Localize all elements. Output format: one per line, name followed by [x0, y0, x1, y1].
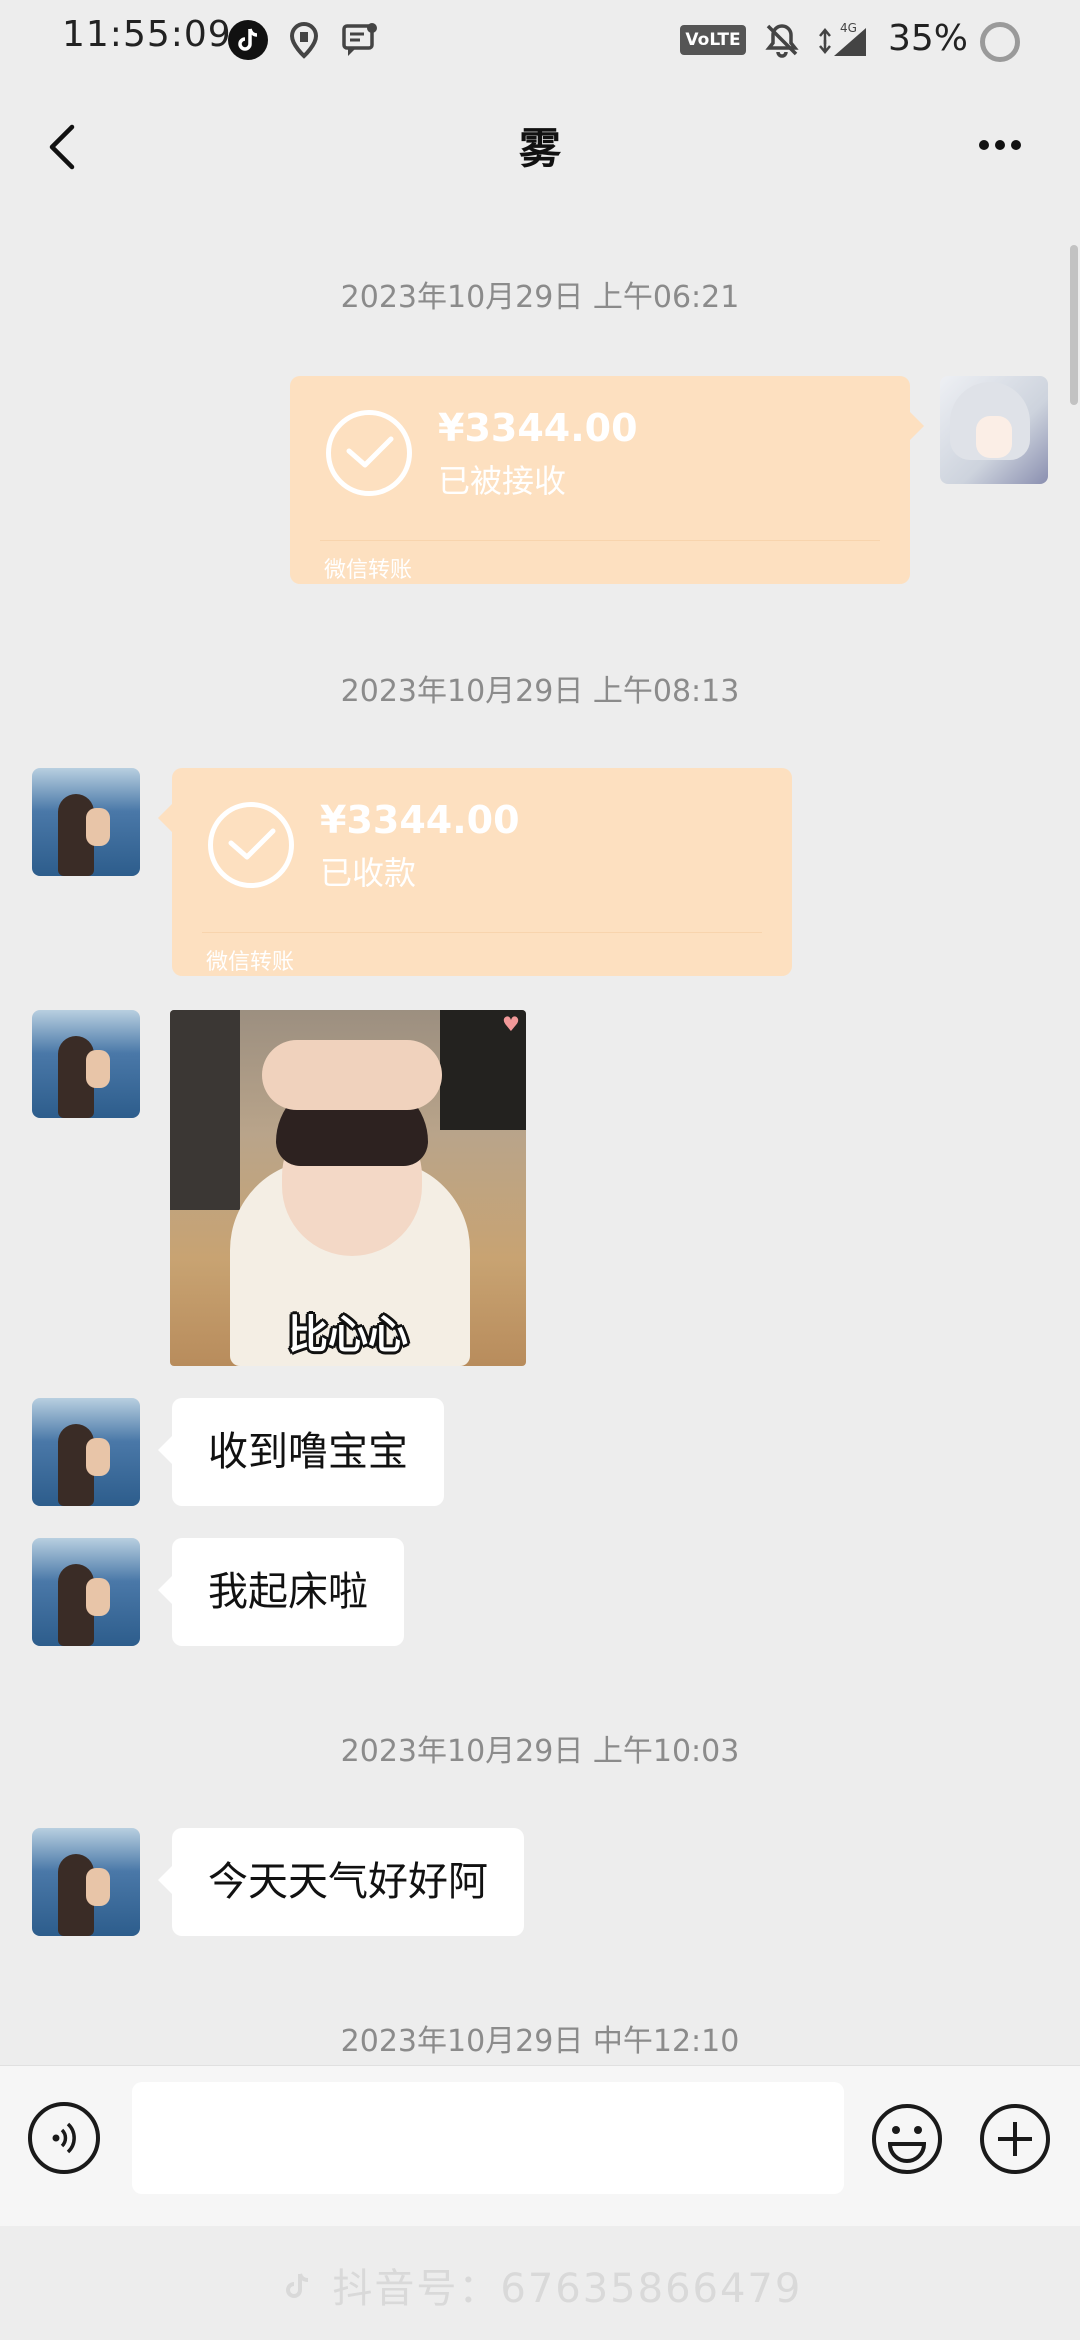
transfer-source: 微信转账 [324, 558, 413, 583]
more-button[interactable] [970, 115, 1050, 175]
status-bar: 11:55:09 VoLTE 4G 35% [0, 0, 1080, 80]
tiktok-icon [228, 20, 268, 60]
chat-header: 雾 [0, 95, 1080, 195]
heart-icon: ♥ [502, 1012, 520, 1036]
plus-icon [980, 2104, 1050, 2174]
voice-icon [52, 2122, 76, 2154]
transfer-card-received[interactable]: ¥3344.00 已收款 微信转账 [158, 768, 792, 976]
contact-avatar[interactable] [32, 1010, 140, 1118]
plus-button[interactable] [978, 2102, 1052, 2176]
battery-ring-icon [980, 22, 1020, 62]
status-time: 11:55:09 [62, 14, 232, 55]
check-circle-icon [326, 410, 412, 496]
message-timestamp: 2023年10月29日 上午08:13 [340, 674, 740, 709]
message-bubble[interactable]: 我起床啦 [158, 1538, 404, 1646]
divider [202, 932, 762, 933]
message-text: 今天天气好好阿 [208, 1859, 488, 1905]
contact-avatar[interactable] [32, 1398, 140, 1506]
voice-button[interactable] [28, 2102, 100, 2174]
more-dots-icon [979, 140, 1021, 150]
svg-text:4G: 4G [840, 21, 857, 35]
divider [320, 540, 880, 541]
message-timestamp: 2023年10月29日 中午12:10 [340, 2024, 740, 2059]
tiktok-logo-icon [278, 2266, 318, 2316]
contact-avatar[interactable] [32, 1538, 140, 1646]
message-timestamp: 2023年10月29日 上午06:21 [340, 280, 740, 315]
message-timestamp: 2023年10月29日 上午10:03 [340, 1734, 740, 1769]
message-input[interactable] [132, 2082, 844, 2194]
mute-icon [762, 20, 802, 64]
battery-percent: 35% [888, 18, 969, 59]
signal-4g-icon: 4G [816, 20, 872, 64]
transfer-amount: ¥3344.00 [438, 406, 638, 450]
message-bubble[interactable]: 收到噜宝宝 [158, 1398, 444, 1506]
location-icon [286, 20, 322, 64]
scrollbar[interactable] [1070, 245, 1078, 405]
check-circle-icon [208, 802, 294, 888]
watermark: 抖音号：67635866479 [0, 2256, 1080, 2316]
transfer-source: 微信转账 [206, 950, 295, 975]
chat-title: 雾 [518, 124, 561, 173]
message-icon [340, 20, 380, 64]
message-bubble[interactable]: 今天天气好好阿 [158, 1828, 524, 1936]
transfer-amount: ¥3344.00 [320, 798, 520, 842]
contact-avatar[interactable] [32, 768, 140, 876]
watermark-text: 抖音号：67635866479 [332, 2266, 803, 2312]
transfer-card-sent[interactable]: ¥3344.00 已被接收 微信转账 [290, 376, 924, 584]
message-text: 我起床啦 [208, 1569, 368, 1615]
transfer-status: 已被接收 [438, 462, 567, 500]
volte-badge: VoLTE [680, 25, 746, 55]
emoji-icon [872, 2104, 942, 2174]
contact-avatar[interactable] [32, 1828, 140, 1936]
my-avatar[interactable] [940, 376, 1048, 484]
sticker-image[interactable]: ♥ 比心心 [170, 1010, 526, 1366]
sticker-caption: 比心心 [288, 1312, 408, 1358]
message-text: 收到噜宝宝 [208, 1429, 408, 1475]
emoji-button[interactable] [870, 2102, 944, 2176]
transfer-status: 已收款 [320, 854, 417, 892]
input-bar [0, 2065, 1080, 2226]
